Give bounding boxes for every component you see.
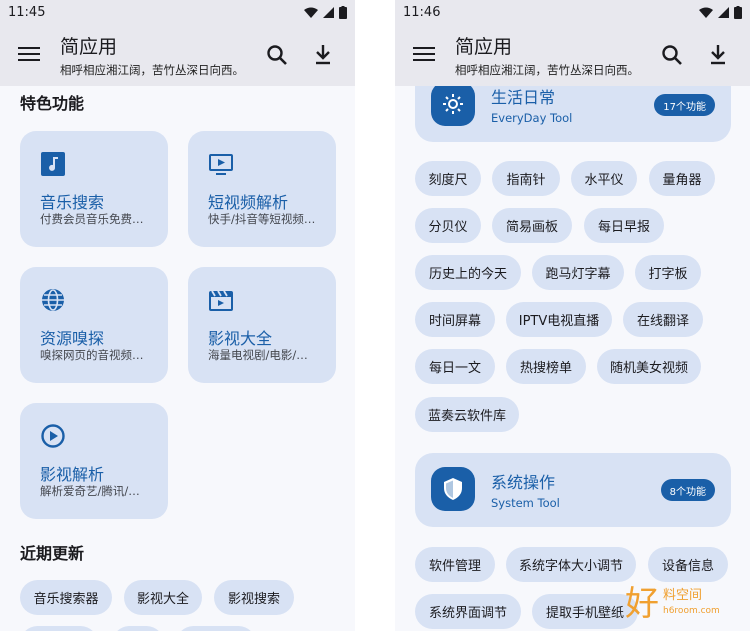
watermark-url: h6room.com <box>663 606 720 616</box>
category-subtitle: EveryDay Tool <box>491 111 573 125</box>
tool-chip[interactable]: 每日一文 <box>415 349 495 384</box>
watermark-side: 料空间 <box>663 588 703 603</box>
page-title: 简应用 <box>60 36 118 58</box>
tool-chip[interactable]: 随机美女视频 <box>597 349 701 384</box>
tool-chip[interactable]: 刻度尺 <box>415 161 481 196</box>
tool-chip[interactable]: 量角器 <box>649 161 715 196</box>
feature-card-title: 影视解析 <box>40 465 105 484</box>
wifi-icon <box>699 7 713 18</box>
recent-chip[interactable]: 影视大全 <box>124 580 202 615</box>
app-bar: 简应用 相呼相应湘江阔，苦竹丛深日向西。 <box>0 24 355 86</box>
tool-chip[interactable]: 每日早报 <box>584 208 664 243</box>
wifi-icon <box>304 7 318 18</box>
search-icon[interactable] <box>266 44 288 66</box>
sun-icon <box>443 94 463 114</box>
feature-card-title: 影视大全 <box>208 329 273 348</box>
status-bar: 11:45 <box>0 0 355 24</box>
right-phone-screen: 11:46 生活日常 EveryDay Tool 17个功能 刻度尺 指南针 水… <box>395 0 750 631</box>
recent-chip-partial[interactable] <box>112 626 164 631</box>
feature-card-desc: 海量电视剧/电影/… <box>208 348 308 362</box>
section-title-featured: 特色功能 <box>20 94 85 113</box>
page-subtitle: 相呼相应湘江阔，苦竹丛深日向西。 <box>60 63 244 77</box>
tool-chip[interactable]: 蓝奏云软件库 <box>415 397 519 432</box>
feature-card-short-video[interactable]: 短视频解析 快手/抖音等短视频… <box>188 131 336 247</box>
section-title-recent: 近期更新 <box>20 544 85 563</box>
tool-chip[interactable]: 打字板 <box>635 255 701 290</box>
category-count-badge: 17个功能 <box>654 94 715 116</box>
status-time: 11:46 <box>403 4 441 20</box>
tool-chip[interactable]: 系统界面调节 <box>415 594 521 629</box>
tool-chip[interactable]: 水平仪 <box>571 161 637 196</box>
status-time: 11:45 <box>8 4 46 20</box>
download-icon[interactable] <box>708 42 728 66</box>
battery-icon <box>734 5 742 19</box>
tool-chip[interactable]: 跑马灯字幕 <box>532 255 624 290</box>
feature-card-title: 音乐搜索 <box>40 193 105 212</box>
tool-chip[interactable]: 简易画板 <box>492 208 572 243</box>
category-count-badge: 8个功能 <box>660 479 715 501</box>
tool-chip[interactable]: 系统字体大小调节 <box>506 547 636 582</box>
page-title: 简应用 <box>455 36 513 58</box>
category-card-system[interactable]: 系统操作 System Tool 8个功能 <box>415 453 731 527</box>
tool-chip[interactable]: 提取手机壁纸 <box>532 594 638 629</box>
app-bar: 简应用 相呼相应湘江阔，苦竹丛深日向西。 <box>395 24 750 86</box>
category-icon-badge <box>431 82 475 126</box>
category-title: 系统操作 <box>491 473 556 492</box>
tool-chip[interactable]: 指南针 <box>492 161 560 196</box>
signal-icon <box>323 6 334 18</box>
page-subtitle: 相呼相应湘江阔，苦竹丛深日向西。 <box>455 63 639 77</box>
globe-icon <box>42 289 64 311</box>
feature-card-desc: 嗅探网页的音视频… <box>40 348 144 362</box>
tool-chip[interactable]: 软件管理 <box>415 547 495 582</box>
category-title: 生活日常 <box>491 88 556 107</box>
feature-card-video-parse[interactable]: 影视解析 解析爱奇艺/腾讯/… <box>20 403 168 519</box>
tool-chip[interactable]: 在线翻译 <box>623 302 703 337</box>
recent-chip-partial[interactable] <box>176 626 256 631</box>
search-icon[interactable] <box>661 44 683 66</box>
signal-icon <box>718 6 729 18</box>
category-subtitle: System Tool <box>491 496 560 510</box>
shield-icon <box>444 478 462 500</box>
feature-card-resource-sniff[interactable]: 资源嗅探 嗅探网页的音视频… <box>20 267 168 383</box>
left-phone-screen: 11:45 简应用 相呼相应湘江阔，苦竹丛深日向西。 特色功能 音乐搜索 付费会… <box>0 0 355 631</box>
feature-card-desc: 快手/抖音等短视频… <box>208 212 316 226</box>
feature-card-desc: 付费会员音乐免费… <box>40 212 144 226</box>
recent-chip-partial[interactable] <box>20 626 98 631</box>
tool-chip[interactable]: IPTV电视直播 <box>506 302 612 337</box>
play-circle-icon <box>41 424 65 448</box>
tool-chip[interactable]: 时间屏幕 <box>415 302 495 337</box>
tool-chip[interactable]: 热搜榜单 <box>506 349 586 384</box>
recent-chip[interactable]: 音乐搜索器 <box>20 580 112 615</box>
clapper-icon <box>209 290 233 311</box>
feature-card-music-search[interactable]: 音乐搜索 付费会员音乐免费… <box>20 131 168 247</box>
menu-icon[interactable] <box>413 44 435 62</box>
feature-card-desc: 解析爱奇艺/腾讯/… <box>40 484 140 498</box>
watermark-main: 好 <box>625 584 659 624</box>
tv-icon <box>209 154 233 175</box>
recent-chip[interactable]: 影视搜索 <box>214 580 294 615</box>
tool-chip[interactable]: 分贝仪 <box>415 208 481 243</box>
feature-card-title: 短视频解析 <box>208 193 289 212</box>
feature-card-movie-collection[interactable]: 影视大全 海量电视剧/电影/… <box>188 267 336 383</box>
status-bar: 11:46 <box>395 0 750 24</box>
menu-icon[interactable] <box>18 44 40 62</box>
feature-card-title: 资源嗅探 <box>40 329 105 348</box>
battery-icon <box>339 5 347 19</box>
tool-chip[interactable]: 历史上的今天 <box>415 255 521 290</box>
music-icon <box>41 152 65 176</box>
watermark-logo: 好 料空间 h6room.com <box>625 576 745 628</box>
download-icon[interactable] <box>313 42 333 66</box>
category-icon-badge <box>431 467 475 511</box>
